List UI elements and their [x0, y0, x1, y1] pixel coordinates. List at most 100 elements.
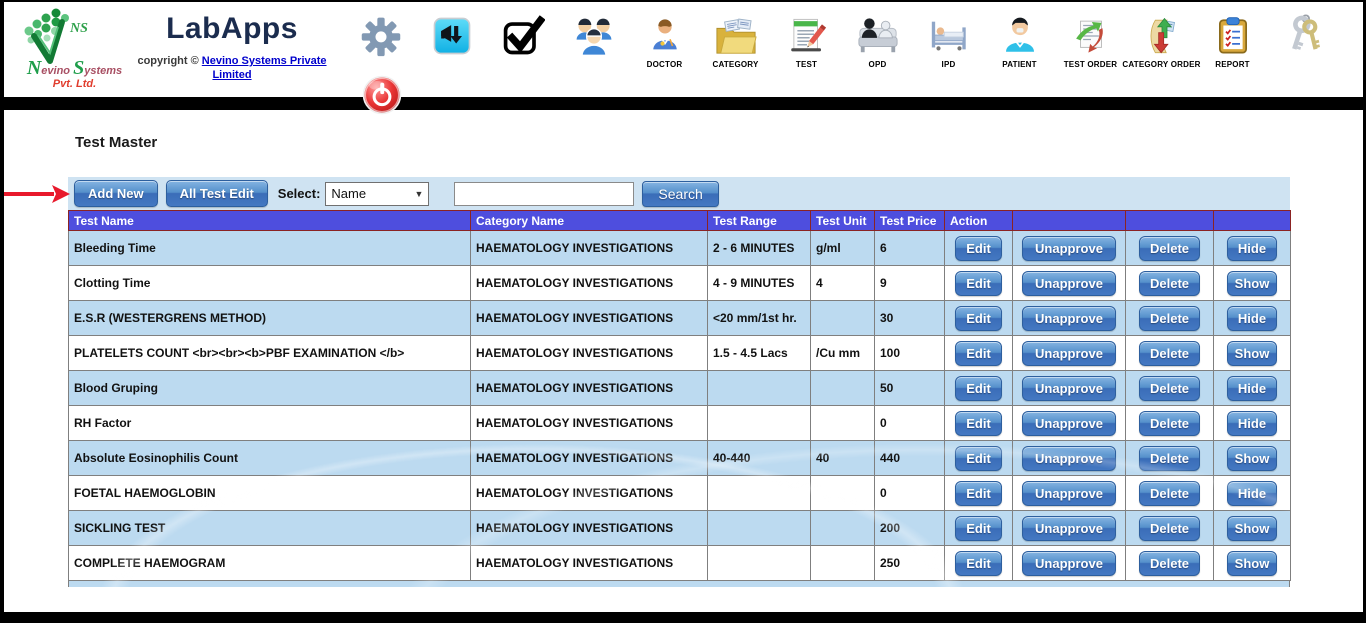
table-row: Bleeding Time HAEMATOLOGY INVESTIGATIONS… — [69, 231, 1291, 266]
cell-test-unit — [811, 371, 875, 406]
unapprove-button[interactable]: Unapprove — [1022, 376, 1116, 401]
visibility-toggle-button[interactable]: Hide — [1227, 236, 1277, 261]
search-input[interactable] — [454, 182, 634, 206]
delete-button[interactable]: Delete — [1139, 341, 1200, 366]
delete-button[interactable]: Delete — [1139, 516, 1200, 541]
col-test-unit: Test Unit — [811, 211, 875, 231]
nav-announcements[interactable] — [416, 12, 487, 69]
company-logo[interactable]: NS Nevino Systems Pvt. Ltd. — [12, 6, 137, 94]
col-blank-1 — [1013, 211, 1126, 231]
unapprove-button[interactable]: Unapprove — [1022, 411, 1116, 436]
search-button[interactable]: Search — [642, 181, 718, 207]
visibility-toggle-button[interactable]: Hide — [1227, 411, 1277, 436]
select-value: Name — [331, 186, 366, 201]
visibility-toggle-button[interactable]: Show — [1227, 271, 1277, 296]
nav-doctor[interactable]: DOCTOR — [629, 12, 700, 69]
add-new-button[interactable]: Add New — [74, 180, 158, 207]
cell-test-unit — [811, 546, 875, 581]
visibility-toggle-button[interactable]: Hide — [1227, 306, 1277, 331]
unapprove-button[interactable]: Unapprove — [1022, 236, 1116, 261]
delete-button[interactable]: Delete — [1139, 551, 1200, 576]
unapprove-button[interactable]: Unapprove — [1022, 516, 1116, 541]
visibility-toggle-button[interactable]: Show — [1227, 551, 1277, 576]
cell-test-unit — [811, 301, 875, 336]
edit-button[interactable]: Edit — [955, 306, 1002, 331]
cell-test-unit — [811, 476, 875, 511]
cell-category-name: HAEMATOLOGY INVESTIGATIONS — [471, 476, 708, 511]
nav-approve[interactable] — [487, 12, 558, 69]
col-test-name: Test Name — [69, 211, 471, 231]
nav-category-order[interactable]: CATEGORY ORDER — [1126, 12, 1197, 69]
col-blank-3 — [1214, 211, 1291, 231]
nav-patient[interactable]: PATIENT — [984, 12, 1055, 69]
all-test-edit-button[interactable]: All Test Edit — [166, 180, 268, 207]
power-icon — [361, 74, 403, 116]
edit-button[interactable]: Edit — [955, 446, 1002, 471]
cell-category-name: HAEMATOLOGY INVESTIGATIONS — [471, 371, 708, 406]
cell-test-price: 6 — [875, 231, 945, 266]
unapprove-button[interactable]: Unapprove — [1022, 446, 1116, 471]
nav-users[interactable] — [558, 12, 629, 69]
delete-button[interactable]: Delete — [1139, 376, 1200, 401]
unapprove-button[interactable]: Unapprove — [1022, 306, 1116, 331]
users-group-icon — [572, 12, 616, 60]
visibility-toggle-button[interactable]: Hide — [1227, 376, 1277, 401]
copyright-text: copyright © Nevino Systems Private Limit… — [132, 54, 332, 83]
cell-test-unit — [811, 406, 875, 441]
cell-test-range: 40-440 — [708, 441, 811, 476]
chevron-down-icon: ▼ — [415, 189, 424, 199]
cell-test-price: 100 — [875, 336, 945, 371]
delete-button[interactable]: Delete — [1139, 306, 1200, 331]
search-field-select[interactable]: Name ▼ — [325, 182, 429, 206]
logout-power-button[interactable] — [361, 74, 403, 116]
cell-test-name: Blood Gruping — [69, 371, 471, 406]
doctor-icon — [645, 12, 685, 60]
delete-button[interactable]: Delete — [1139, 411, 1200, 436]
edit-button[interactable]: Edit — [955, 411, 1002, 436]
delete-button[interactable]: Delete — [1139, 271, 1200, 296]
delete-button[interactable]: Delete — [1139, 481, 1200, 506]
visibility-toggle-button[interactable]: Show — [1227, 446, 1277, 471]
nav-ipd[interactable]: IPD — [913, 12, 984, 69]
unapprove-button[interactable]: Unapprove — [1022, 481, 1116, 506]
cell-test-range — [708, 371, 811, 406]
cell-test-range: 1.5 - 4.5 Lacs — [708, 336, 811, 371]
nav-category[interactable]: CATEGORY — [700, 12, 771, 69]
unapprove-button[interactable]: Unapprove — [1022, 551, 1116, 576]
nav-report[interactable]: REPORT — [1197, 12, 1268, 69]
delete-button[interactable]: Delete — [1139, 446, 1200, 471]
page-title: Test Master — [75, 134, 1363, 151]
edit-button[interactable]: Edit — [955, 341, 1002, 366]
unapprove-button[interactable]: Unapprove — [1022, 341, 1116, 366]
delete-button[interactable]: Delete — [1139, 236, 1200, 261]
edit-button[interactable]: Edit — [955, 236, 1002, 261]
nav-test[interactable]: TEST — [771, 12, 842, 69]
main-nav: DOCTOR CATEGORY — [345, 12, 1339, 69]
nav-keys[interactable] — [1268, 12, 1339, 69]
copyright-link[interactable]: Nevino Systems Private Limited — [202, 55, 327, 81]
edit-button[interactable]: Edit — [955, 516, 1002, 541]
cell-test-name: Clotting Time — [69, 266, 471, 301]
main-content: Test Master Add New All Test Edit Select… — [4, 110, 1363, 587]
edit-button[interactable]: Edit — [955, 481, 1002, 506]
unapprove-button[interactable]: Unapprove — [1022, 271, 1116, 296]
edit-button[interactable]: Edit — [955, 376, 1002, 401]
cell-test-range — [708, 511, 811, 546]
cell-test-unit: g/ml — [811, 231, 875, 266]
nav-test-order[interactable]: TEST ORDER — [1055, 12, 1126, 69]
visibility-toggle-button[interactable]: Show — [1227, 516, 1277, 541]
keys-icon — [1282, 12, 1326, 60]
cell-category-name: HAEMATOLOGY INVESTIGATIONS — [471, 406, 708, 441]
edit-button[interactable]: Edit — [955, 551, 1002, 576]
table-row-partial — [68, 581, 1290, 587]
nav-opd[interactable]: OPD — [842, 12, 913, 69]
opd-couch-icon — [855, 12, 901, 60]
visibility-toggle-button[interactable]: Hide — [1227, 481, 1277, 506]
cell-test-price: 30 — [875, 301, 945, 336]
edit-button[interactable]: Edit — [955, 271, 1002, 296]
visibility-toggle-button[interactable]: Show — [1227, 341, 1277, 366]
cell-test-price: 200 — [875, 511, 945, 546]
table-row: SICKLING TEST HAEMATOLOGY INVESTIGATIONS… — [69, 511, 1291, 546]
logo-company-name: Nevino Systems — [12, 58, 137, 78]
nav-settings[interactable] — [345, 12, 416, 69]
